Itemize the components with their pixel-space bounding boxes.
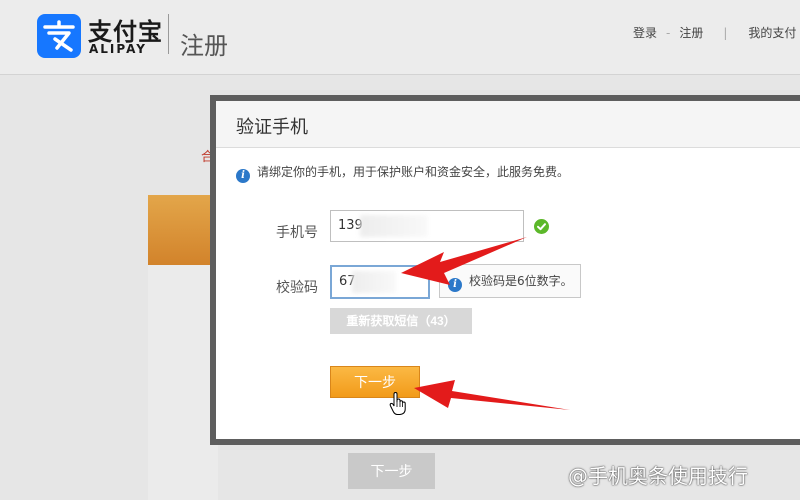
arrow-to-next-button	[414, 380, 570, 410]
annotation-arrows	[401, 237, 570, 410]
hand-pointer-icon	[389, 391, 407, 420]
watermark: @手机奥条使用技行	[568, 464, 748, 488]
arrow-to-code-input	[401, 237, 527, 285]
